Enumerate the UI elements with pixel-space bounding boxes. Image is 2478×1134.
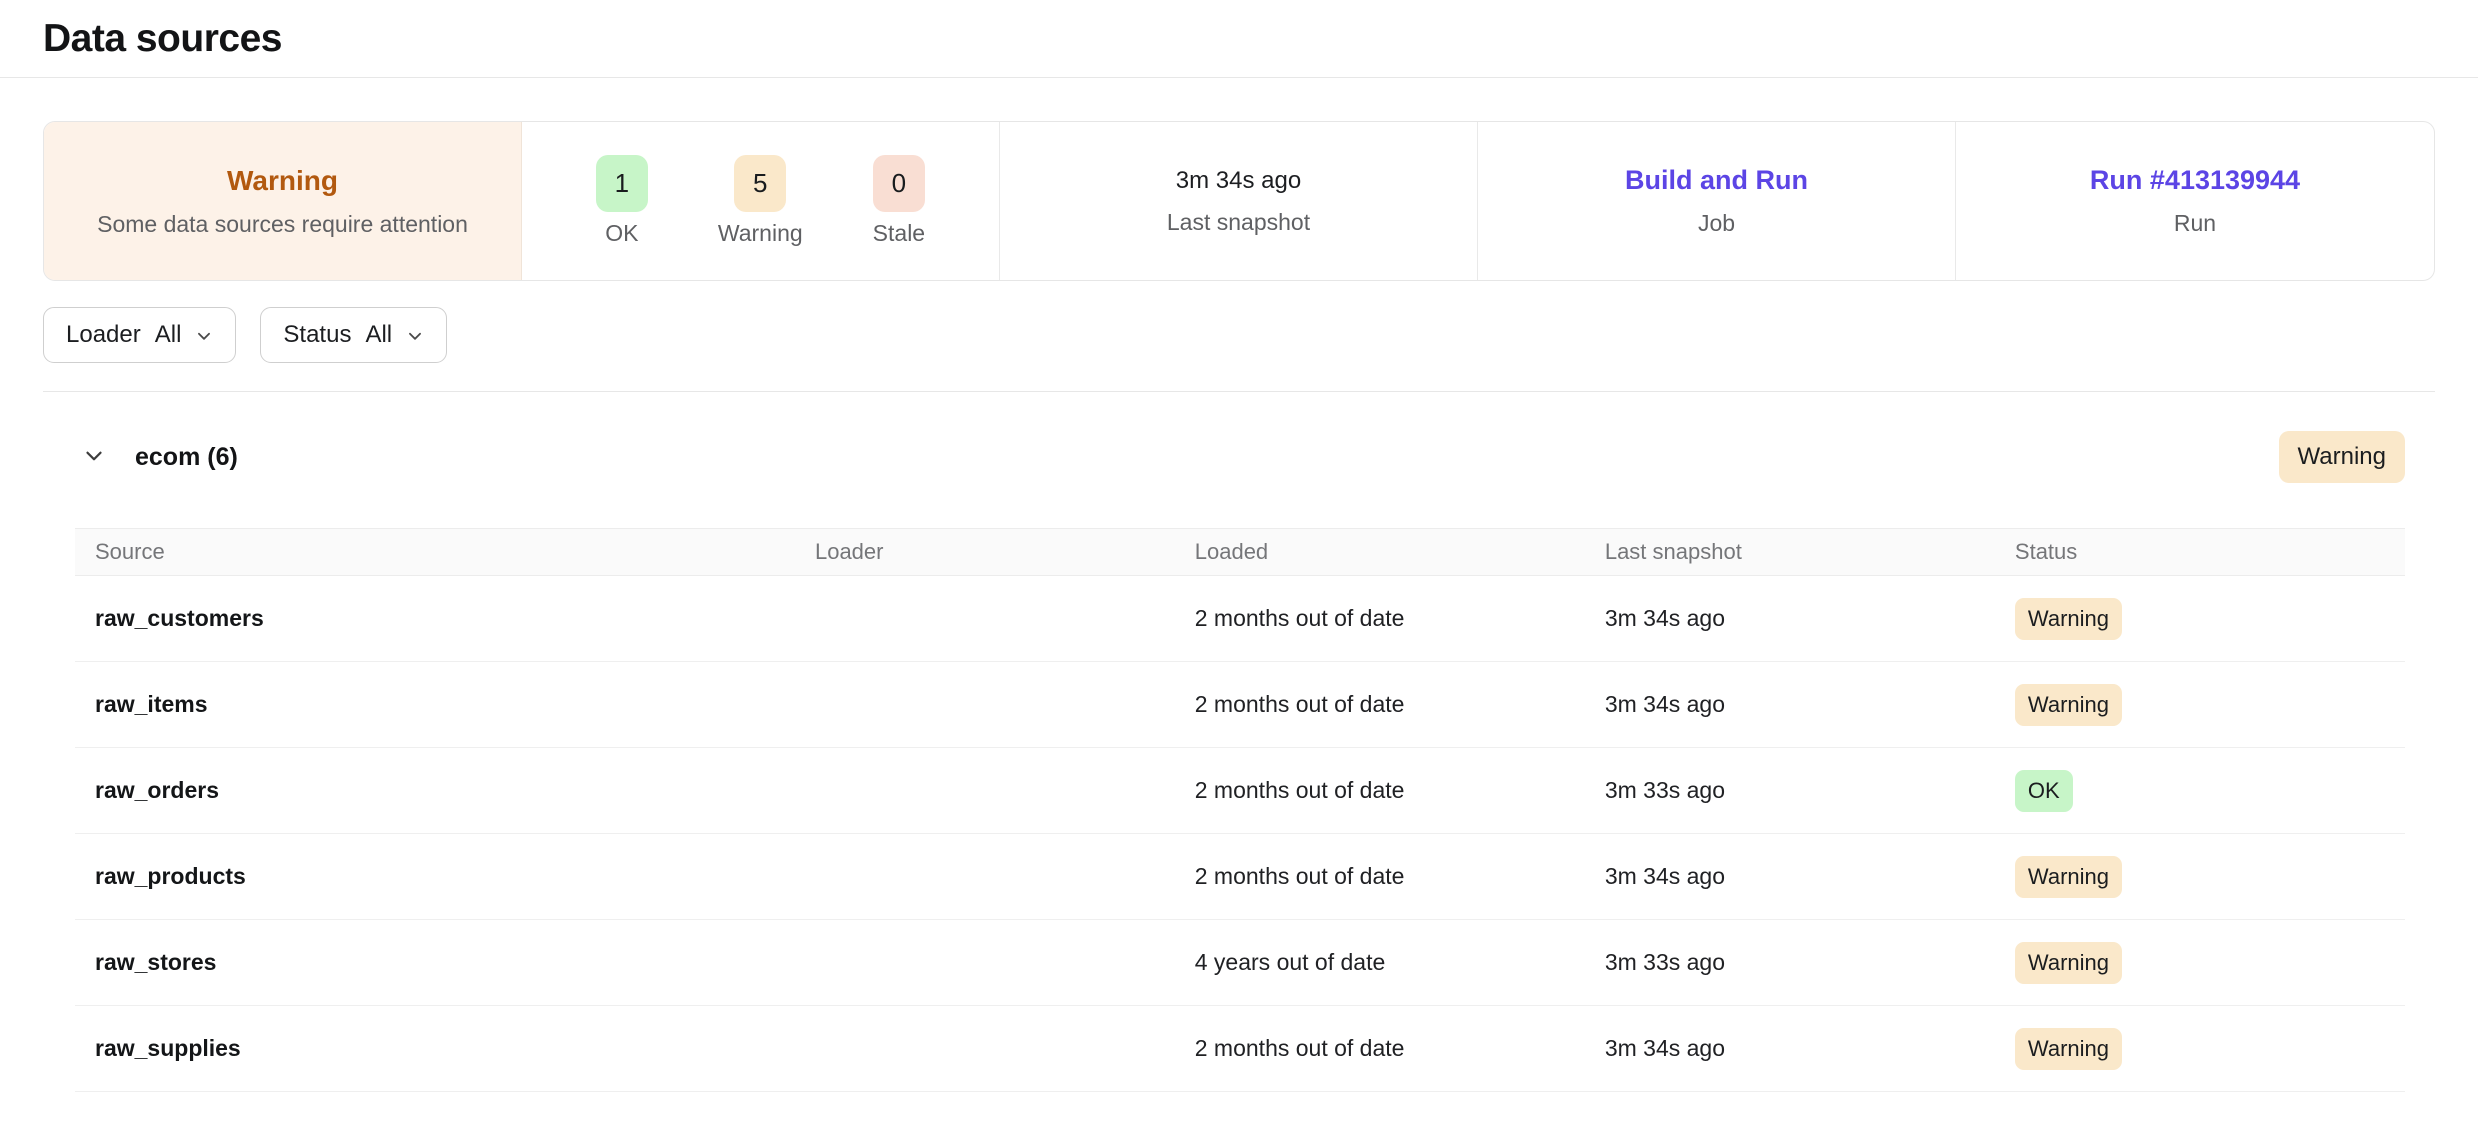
status-badge: Warning: [2015, 942, 2122, 984]
status-badge: OK: [2015, 770, 2073, 812]
overall-status-title: Warning: [227, 165, 338, 197]
page-title: Data sources: [43, 17, 2435, 61]
table-header-row: Source Loader Loaded Last snapshot Statu…: [75, 528, 2405, 576]
page-header: Data sources: [0, 0, 2478, 78]
last-snapshot-value: 3m 34s ago: [1176, 167, 1301, 195]
job-card: Build and Run Job: [1478, 122, 1956, 280]
status-cell: Warning: [1995, 598, 2405, 640]
source-name-cell: raw_customers: [75, 605, 795, 632]
status-counts: 1 OK 5 Warning 0 Stale: [596, 155, 925, 247]
last-snapshot-cell: 3m 33s ago: [1585, 949, 1995, 976]
summary-bar: Warning Some data sources require attent…: [43, 121, 2435, 281]
source-name-cell: raw_supplies: [75, 1035, 795, 1062]
source-name-cell: raw_items: [75, 691, 795, 718]
chevron-down-icon: [81, 443, 107, 472]
last-snapshot-cell: 3m 34s ago: [1585, 1035, 1995, 1062]
status-count-label: Stale: [873, 220, 925, 247]
last-snapshot-label: Last snapshot: [1167, 209, 1310, 236]
run-card: Run #413139944 Run: [1956, 122, 2434, 280]
status-badge: Warning: [2015, 684, 2122, 726]
status-count-label: OK: [605, 220, 638, 247]
last-snapshot-cell: 3m 34s ago: [1585, 691, 1995, 718]
last-snapshot-cell: 3m 33s ago: [1585, 777, 1995, 804]
status-count-badge: 0: [873, 155, 925, 212]
loaded-cell: 2 months out of date: [1175, 863, 1585, 890]
status-count-badge: 5: [734, 155, 786, 212]
last-snapshot-card: 3m 34s ago Last snapshot: [1000, 122, 1478, 280]
filter-bar: Loader All Status All: [43, 307, 2435, 363]
status-count-item: 0 Stale: [873, 155, 925, 247]
loaded-cell: 4 years out of date: [1175, 949, 1585, 976]
status-cell: Warning: [1995, 1028, 2405, 1070]
chevron-down-icon: [195, 327, 213, 345]
main-content: Warning Some data sources require attent…: [0, 121, 2478, 1092]
loader-filter-value: All: [155, 321, 182, 349]
status-count-item: 5 Warning: [718, 155, 803, 247]
loaded-cell: 2 months out of date: [1175, 1035, 1585, 1062]
table-row: raw_products 2 months out of date 3m 34s…: [75, 834, 2405, 920]
status-cell: OK: [1995, 770, 2405, 812]
run-link[interactable]: Run #413139944: [2090, 165, 2300, 196]
group-header-ecom[interactable]: ecom (6) Warning: [75, 428, 2405, 486]
overall-status-card: Warning Some data sources require attent…: [44, 122, 522, 280]
loaded-cell: 2 months out of date: [1175, 691, 1585, 718]
group-status-badge: Warning: [2279, 431, 2405, 483]
chevron-down-icon: [406, 327, 424, 345]
status-cell: Warning: [1995, 856, 2405, 898]
table-row: raw_orders 2 months out of date 3m 33s a…: [75, 748, 2405, 834]
status-cell: Warning: [1995, 684, 2405, 726]
source-name-cell: raw_stores: [75, 949, 795, 976]
status-badge: Warning: [2015, 1028, 2122, 1070]
group-name: ecom (6): [135, 443, 238, 472]
table-body: raw_customers 2 months out of date 3m 34…: [75, 576, 2405, 1092]
status-counts-card: 1 OK 5 Warning 0 Stale: [522, 122, 1000, 280]
last-snapshot-cell: 3m 34s ago: [1585, 605, 1995, 632]
loaded-cell: 2 months out of date: [1175, 605, 1585, 632]
run-label: Run: [2174, 210, 2216, 237]
filters-divider: [43, 391, 2435, 392]
status-badge: Warning: [2015, 856, 2122, 898]
table-row: raw_supplies 2 months out of date 3m 34s…: [75, 1006, 2405, 1092]
table-row: raw_stores 4 years out of date 3m 33s ag…: [75, 920, 2405, 1006]
loader-filter-dropdown[interactable]: Loader All: [43, 307, 236, 363]
status-count-label: Warning: [718, 220, 803, 247]
status-count-item: 1 OK: [596, 155, 648, 247]
job-label: Job: [1698, 210, 1735, 237]
column-header-source: Source: [75, 539, 795, 565]
source-name-cell: raw_products: [75, 863, 795, 890]
status-badge: Warning: [2015, 598, 2122, 640]
data-sources-table: Source Loader Loaded Last snapshot Statu…: [75, 528, 2405, 1092]
status-filter-dropdown[interactable]: Status All: [260, 307, 447, 363]
status-filter-value: All: [365, 321, 392, 349]
status-filter-label: Status: [283, 321, 351, 349]
column-header-loader: Loader: [795, 539, 1175, 565]
table-row: raw_items 2 months out of date 3m 34s ag…: [75, 662, 2405, 748]
column-header-last-snapshot: Last snapshot: [1585, 539, 1995, 565]
group-collapse-button[interactable]: [75, 437, 113, 478]
loaded-cell: 2 months out of date: [1175, 777, 1585, 804]
column-header-status: Status: [1995, 539, 2405, 565]
source-name-cell: raw_orders: [75, 777, 795, 804]
job-link[interactable]: Build and Run: [1625, 165, 1808, 196]
table-row: raw_customers 2 months out of date 3m 34…: [75, 576, 2405, 662]
status-cell: Warning: [1995, 942, 2405, 984]
last-snapshot-cell: 3m 34s ago: [1585, 863, 1995, 890]
overall-status-subtitle: Some data sources require attention: [97, 211, 468, 238]
loader-filter-label: Loader: [66, 321, 141, 349]
status-count-badge: 1: [596, 155, 648, 212]
column-header-loaded: Loaded: [1175, 539, 1585, 565]
